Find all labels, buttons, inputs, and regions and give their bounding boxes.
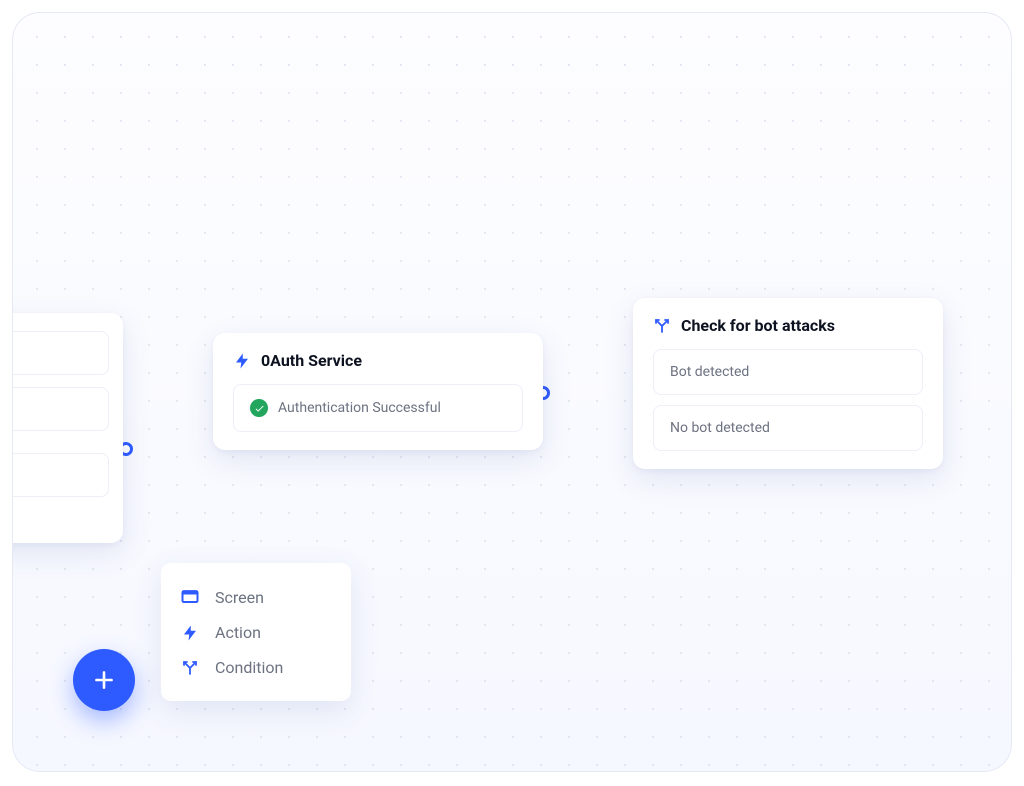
bolt-icon — [179, 624, 201, 642]
bolt-icon — [233, 352, 251, 370]
outcome-label: Bot detected — [670, 364, 749, 380]
outcome-label: Authentication Successful — [278, 400, 441, 416]
screen-icon — [179, 587, 201, 607]
split-arrows-icon — [179, 659, 201, 677]
plus-icon — [91, 667, 117, 693]
node-outcome[interactable]: Bot detected — [653, 349, 923, 395]
outcome-label: No bot detected — [670, 420, 770, 436]
outcome-placeholder — [12, 453, 109, 497]
palette-option-condition[interactable]: Condition — [179, 650, 333, 685]
palette-label: Condition — [215, 658, 283, 677]
palette-option-action[interactable]: Action — [179, 615, 333, 650]
outcome-placeholder — [12, 387, 109, 431]
flow-canvas[interactable]: 0Auth Service Authentication Successful … — [12, 12, 1012, 772]
node-header: 0Auth Service — [233, 351, 523, 370]
node-palette: Screen Action Condition — [161, 563, 351, 701]
check-circle-icon — [250, 399, 268, 417]
palette-label: Action — [215, 623, 261, 642]
node-outcome[interactable]: No bot detected — [653, 405, 923, 451]
flow-node-oauth-service[interactable]: 0Auth Service Authentication Successful — [213, 333, 543, 450]
add-node-button[interactable] — [73, 649, 135, 711]
node-outcome[interactable]: Authentication Successful — [233, 384, 523, 432]
palette-label: Screen — [215, 588, 264, 607]
split-arrows-icon — [653, 317, 671, 335]
flow-node-partial[interactable] — [12, 313, 123, 543]
flow-node-check-bot[interactable]: Check for bot attacks Bot detected No bo… — [633, 298, 943, 469]
outcome-placeholder — [12, 331, 109, 375]
palette-option-screen[interactable]: Screen — [179, 579, 333, 615]
node-title: Check for bot attacks — [681, 316, 835, 335]
node-header: Check for bot attacks — [653, 316, 923, 335]
node-title: 0Auth Service — [261, 351, 362, 370]
